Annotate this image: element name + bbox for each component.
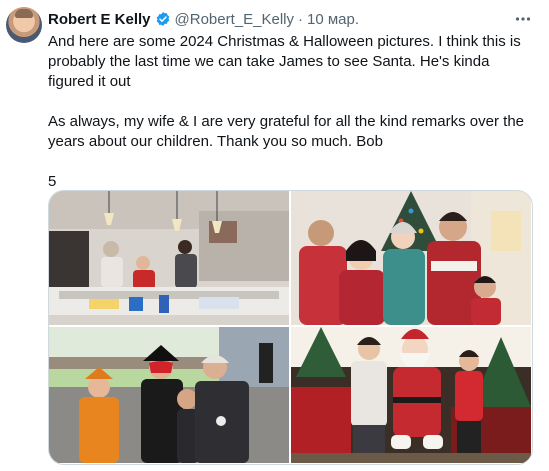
author-name[interactable]: Robert E Kelly — [48, 11, 151, 28]
author-handle[interactable]: @Robert_E_Kelly — [175, 11, 294, 28]
more-options-icon[interactable] — [514, 10, 532, 28]
tweet[interactable]: Robert E Kelly @Robert_E_Kelly · 10 мар.… — [0, 0, 549, 471]
kitchen-photo[interactable] — [49, 191, 289, 325]
tweet-text-paragraph-3: 5 — [48, 173, 57, 190]
tweet-text-paragraph-1: And here are some 2024 Christmas & Hallo… — [48, 33, 525, 90]
header-separator: · — [297, 10, 303, 28]
media-grid — [48, 190, 533, 465]
tweet-text: And here are some 2024 Christmas & Hallo… — [48, 32, 534, 192]
family-christmas-photo[interactable] — [291, 191, 531, 325]
tweet-header: Robert E Kelly @Robert_E_Kelly · 10 мар. — [48, 9, 359, 29]
santa-photo[interactable] — [291, 327, 531, 463]
halloween-photo[interactable] — [49, 327, 289, 463]
avatar[interactable] — [6, 7, 42, 43]
tweet-date[interactable]: 10 мар. — [307, 11, 359, 28]
verified-badge-icon — [155, 11, 171, 27]
tweet-text-paragraph-2: As always, my wife & I are very grateful… — [48, 113, 529, 150]
